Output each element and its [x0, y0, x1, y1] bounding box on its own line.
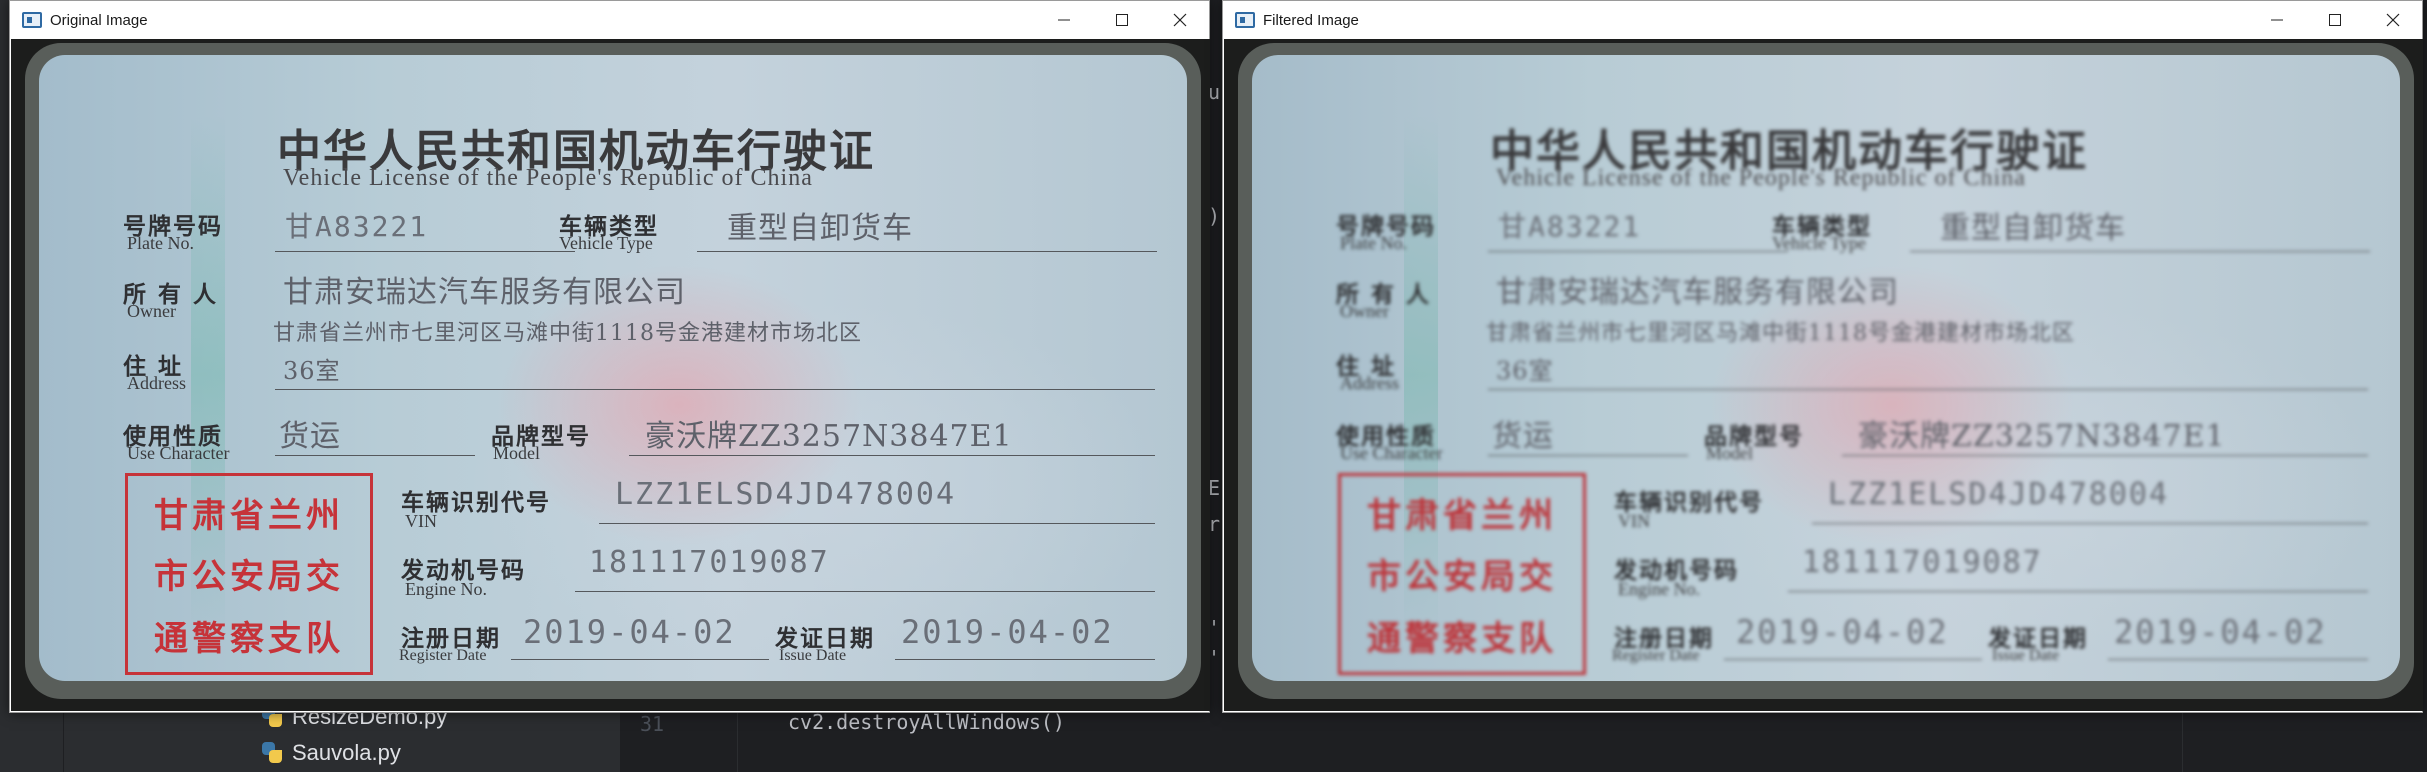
use-character-value: 货运: [1492, 419, 1554, 454]
vehicle-type-label-en: Vehicle Type: [1772, 233, 1866, 253]
vehicle-type-value: 重型自卸货车: [727, 211, 913, 246]
model-value: 豪沃牌ZZ3257N3847E1: [1858, 419, 2226, 454]
address-label-en: Address: [1340, 373, 1399, 393]
register-date-value: 2019-04-02: [1736, 613, 1949, 651]
engine-value: 181117019087: [589, 545, 830, 580]
use-character-label-en: Use Character: [1340, 443, 1443, 463]
vin-label-en: VIN: [1618, 511, 1650, 531]
original-image-window[interactable]: Original Image 中华人民共和国机动车行驶证 Vehicle Lic…: [9, 0, 1210, 713]
use-character-label-en: Use Character: [127, 443, 230, 463]
plate-label-en: Plate No.: [127, 233, 194, 253]
vehicle-type-value: 重型自卸货车: [1940, 211, 2126, 246]
address-value-line2: 36室: [1496, 357, 1554, 385]
owner-value: 甘肃安瑞达汽车服务有限公司: [1496, 275, 1899, 310]
vin-value: LZZ1ELSD4JD478004: [615, 477, 957, 512]
window-titlebar[interactable]: Original Image: [10, 1, 1209, 39]
use-character-value: 货运: [279, 419, 341, 454]
issue-date-value: 2019-04-02: [2114, 613, 2327, 651]
filtered-image-window[interactable]: Filtered Image 中华人民共和国机动车行驶证 Vehicle Lic…: [1222, 0, 2423, 713]
register-date-label-en: Register Date: [399, 647, 487, 664]
model-value: 豪沃牌ZZ3257N3847E1: [645, 419, 1013, 454]
engine-label-en: Engine No.: [405, 579, 487, 599]
vehicle-type-label-en: Vehicle Type: [559, 233, 653, 253]
app-icon: [22, 12, 42, 28]
minimize-button[interactable]: [2248, 1, 2306, 39]
seal-line: 甘肃省兰州: [1367, 496, 1557, 537]
issue-date-label-en: Issue Date: [779, 647, 847, 664]
address-value-line1: 甘肃省兰州市七里河区马滩中街1118号金港建材市场北区: [1486, 321, 2075, 346]
address-label-en: Address: [127, 373, 186, 393]
card-title-en: Vehicle License of the People's Republic…: [1496, 165, 2026, 191]
plate-value: 甘A83221: [1498, 210, 1642, 243]
register-date-value: 2019-04-02: [523, 613, 736, 651]
close-button[interactable]: [2364, 1, 2422, 39]
police-seal: 甘肃省兰州 市公安局交 通警察支队: [1338, 473, 1586, 675]
seal-line: 通警察支队: [1367, 618, 1557, 659]
line-number: 31: [640, 712, 665, 736]
maximize-button[interactable]: [1093, 1, 1151, 39]
image-canvas: 中华人民共和国机动车行驶证 Vehicle License of the Peo…: [11, 39, 1210, 711]
app-icon: [1235, 12, 1255, 28]
register-date-label-en: Register Date: [1612, 647, 1700, 664]
owner-label-en: Owner: [127, 301, 176, 321]
owner-label-en: Owner: [1340, 301, 1389, 321]
maximize-button[interactable]: [2306, 1, 2364, 39]
minimize-button[interactable]: [1035, 1, 1093, 39]
seal-line: 市公安局交: [154, 557, 344, 598]
file-name: Sauvola.py: [292, 740, 401, 765]
close-button[interactable]: [1151, 1, 1209, 39]
window-title: Filtered Image: [1263, 11, 1359, 29]
engine-value: 181117019087: [1802, 545, 2043, 580]
vin-label-en: VIN: [405, 511, 437, 531]
issue-date-label-en: Issue Date: [1992, 647, 2060, 664]
window-titlebar[interactable]: Filtered Image: [1223, 1, 2422, 39]
engine-label-en: Engine No.: [1618, 579, 1700, 599]
seal-line: 市公安局交: [1367, 557, 1557, 598]
license-card: 中华人民共和国机动车行驶证 Vehicle License of the Peo…: [25, 43, 1201, 699]
file-item[interactable]: Sauvola.py: [260, 738, 401, 768]
model-label-en: Model: [1706, 443, 1753, 463]
python-file-icon: [260, 741, 284, 765]
address-value-line2: 36室: [283, 357, 341, 385]
seal-line: 通警察支队: [154, 618, 344, 659]
model-label-en: Model: [493, 443, 540, 463]
police-seal: 甘肃省兰州 市公安局交 通警察支队: [125, 473, 373, 675]
owner-value: 甘肃安瑞达汽车服务有限公司: [283, 275, 686, 310]
vin-value: LZZ1ELSD4JD478004: [1828, 477, 2170, 512]
seal-line: 甘肃省兰州: [154, 496, 344, 537]
card-title-en: Vehicle License of the People's Republic…: [283, 165, 813, 191]
address-value-line1: 甘肃省兰州市七里河区马滩中街1118号金港建材市场北区: [273, 321, 862, 346]
plate-label-en: Plate No.: [1340, 233, 1407, 253]
plate-value: 甘A83221: [285, 210, 429, 243]
license-card: 中华人民共和国机动车行驶证 Vehicle License of the Peo…: [1238, 43, 2414, 699]
image-canvas: 中华人民共和国机动车行驶证 Vehicle License of the Peo…: [1224, 39, 2423, 711]
window-title: Original Image: [50, 11, 148, 29]
code-line[interactable]: cv2.destroyAllWindows(): [788, 710, 1065, 734]
issue-date-value: 2019-04-02: [901, 613, 1114, 651]
